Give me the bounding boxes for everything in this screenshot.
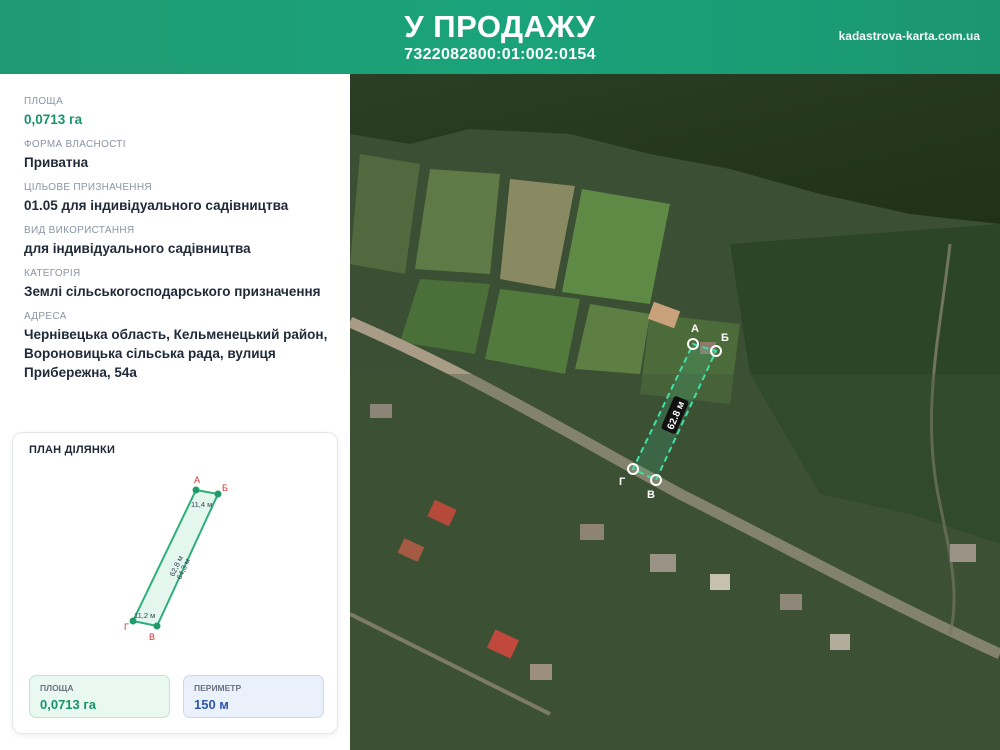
ownership-field: ФОРМА ВЛАСНОСТІ Приватна: [24, 139, 329, 172]
plan-vertex-g-label: Г: [124, 622, 129, 632]
address-label: АДРЕСА: [24, 311, 67, 322]
header-banner: У ПРОДАЖУ 7322082800:01:002:0154 kadastr…: [0, 0, 1000, 74]
house-roof: [370, 404, 392, 418]
map-vertex-v-label: В: [647, 489, 655, 501]
map-vertex-a-label: А: [691, 323, 699, 335]
area-value: 0,0713 га: [24, 112, 83, 127]
house-roof: [530, 664, 552, 680]
garden-plot: [485, 289, 580, 374]
address-value: Чернівецька область, Кельменецький район…: [24, 327, 328, 380]
category-field: КАТЕГОРІЯ Землі сільськогосподарського п…: [24, 268, 329, 301]
site-link[interactable]: kadastrova-karta.com.ua: [839, 29, 980, 43]
parcel-info: ПЛОЩА 0,0713 га ФОРМА ВЛАСНОСТІ Приватна…: [24, 96, 329, 392]
satellite-map-canvas[interactable]: 62.8 м А Б В Г: [350, 74, 1000, 750]
perimeter-stat-value: 150 м: [194, 697, 229, 712]
address-field: АДРЕСА Чернівецька область, Кельменецьки…: [24, 311, 329, 382]
map-vertex-b-label: Б: [721, 332, 729, 344]
house-roof: [650, 554, 676, 572]
plan-edge-bottom-label: 11,2 м: [134, 611, 155, 620]
plan-edge-top-label: 11,4 м: [191, 500, 212, 509]
house-roof: [580, 524, 604, 540]
usage-label: ВИД ВИКОРИСТАННЯ: [24, 225, 135, 236]
plan-card: ПЛАН ДІЛЯНКИ А Б В Г 11,4 м 62,8 м 64,3 …: [12, 432, 338, 734]
plan-vertex-v: [153, 622, 161, 630]
plan-vertex-b-label: Б: [222, 483, 228, 493]
ownership-label: ФОРМА ВЛАСНОСТІ: [24, 139, 126, 150]
plan-vertex-b: [214, 490, 222, 498]
perimeter-stat-label: ПЕРИМЕТР: [194, 683, 242, 693]
house-roof: [710, 574, 730, 590]
usage-value: для індивідуального садівництва: [24, 241, 251, 256]
area-stat: ПЛОЩА 0,0713 га: [29, 675, 170, 718]
garden-plot: [415, 169, 500, 274]
area-field: ПЛОЩА 0,0713 га: [24, 96, 329, 129]
plan-vertex-a-label: А: [194, 475, 200, 485]
plan-vertex-v-label: В: [149, 632, 155, 642]
ownership-value: Приватна: [24, 155, 89, 170]
plan-title: ПЛАН ДІЛЯНКИ: [29, 444, 116, 456]
house-roof: [830, 634, 850, 650]
purpose-label: ЦІЛЬОВЕ ПРИЗНАЧЕННЯ: [24, 182, 152, 193]
map-vertex-g-label: Г: [619, 476, 626, 488]
area-label: ПЛОЩА: [24, 96, 64, 107]
plan-vertex-a: [192, 486, 200, 494]
house-roof: [950, 544, 976, 562]
cadastral-number: 7322082800:01:002:0154: [404, 46, 596, 63]
category-label: КАТЕГОРІЯ: [24, 268, 81, 279]
purpose-field: ЦІЛЬОВЕ ПРИЗНАЧЕННЯ 01.05 для індивідуал…: [24, 182, 329, 215]
house-roof: [780, 594, 802, 610]
area-stat-value: 0,0713 га: [40, 697, 97, 712]
area-stat-label: ПЛОЩА: [40, 683, 74, 693]
category-value: Землі сільськогосподарського призначення: [24, 284, 321, 299]
satellite-map[interactable]: 62.8 м А Б В Г: [350, 74, 1000, 750]
parcel-plan-diagram: А Б В Г 11,4 м 62,8 м 64,3 м 11,2 м: [124, 475, 228, 642]
perimeter-stat: ПЕРИМЕТР 150 м: [183, 675, 324, 718]
purpose-value: 01.05 для індивідуального садівництва: [24, 198, 289, 213]
info-sidebar: ПЛОЩА 0,0713 га ФОРМА ВЛАСНОСТІ Приватна…: [0, 74, 350, 750]
usage-field: ВИД ВИКОРИСТАННЯ для індивідуального сад…: [24, 225, 329, 258]
